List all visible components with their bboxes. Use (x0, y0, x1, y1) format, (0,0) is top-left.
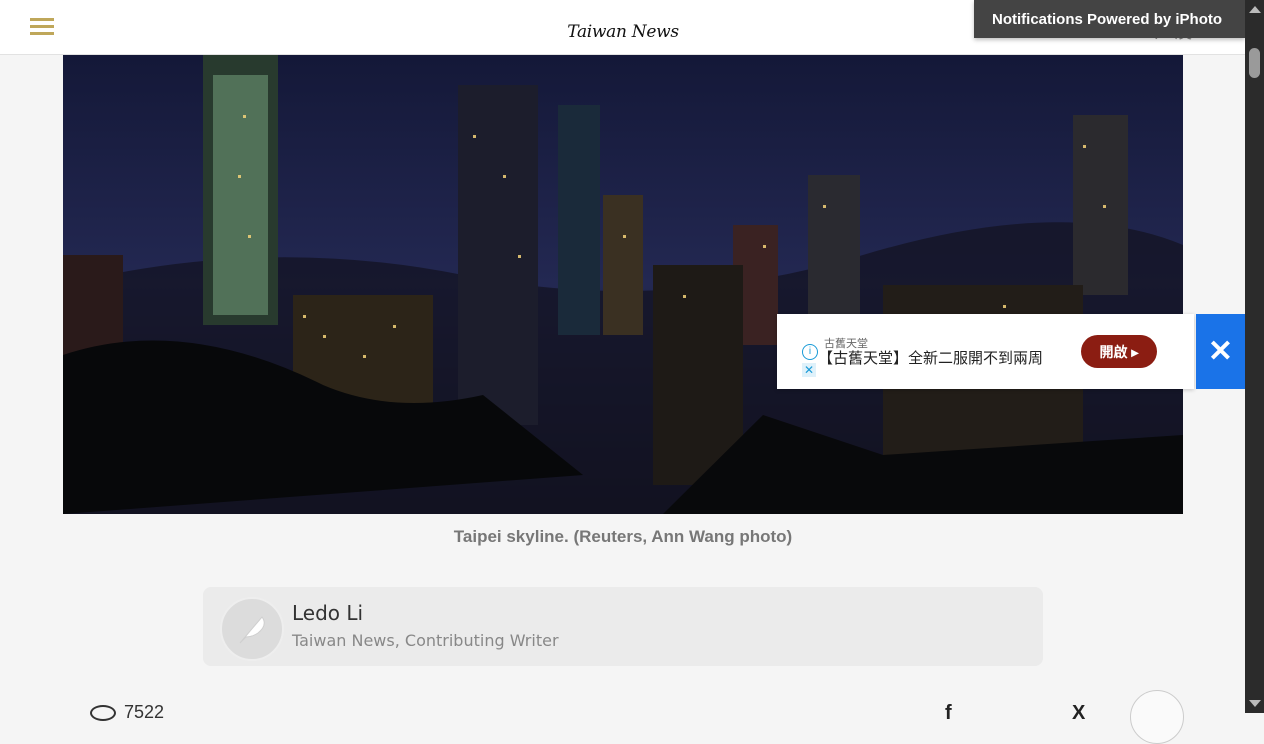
ad-close-button[interactable]: ✕ (1196, 314, 1245, 389)
scroll-thumb[interactable] (1249, 48, 1260, 78)
hero-image (63, 55, 1183, 514)
feather-icon (239, 616, 265, 644)
ad-headline[interactable]: 【古舊天堂】全新二服開不到兩周 (818, 347, 1043, 368)
scroll-down-arrow-icon[interactable] (1249, 700, 1261, 707)
hamburger-menu-icon[interactable] (30, 18, 54, 38)
site-logo[interactable]: Taiwan News (560, 15, 686, 49)
author-card: Ledo Li Taiwan News, Contributing Writer (203, 587, 1043, 666)
hero-caption: Taipei skyline. (Reuters, Ann Wang photo… (453, 527, 793, 546)
author-name[interactable]: Ledo Li (292, 601, 363, 625)
ad-banner[interactable]: i ✕ 古舊天堂 【古舊天堂】全新二服開不到兩周 開啟 ▸ (777, 314, 1194, 389)
ad-info-icon[interactable]: i (802, 344, 818, 360)
facebook-share-icon[interactable]: f (945, 702, 952, 725)
skyline-photo (63, 55, 1183, 514)
ad-open-button[interactable]: 開啟 ▸ (1081, 335, 1157, 368)
page-scrollbar[interactable] (1245, 0, 1264, 713)
author-role: Taiwan News, Contributing Writer (292, 631, 559, 650)
notification-banner[interactable]: Notifications Powered by iPhoto (974, 0, 1245, 38)
close-icon: ✕ (1207, 335, 1234, 368)
add-font-size-icon[interactable] (1130, 690, 1184, 744)
author-avatar[interactable] (220, 597, 284, 661)
ad-choices: i ✕ (802, 344, 818, 377)
scroll-up-arrow-icon[interactable] (1249, 6, 1261, 13)
ad-dismiss-icon[interactable]: ✕ (802, 363, 816, 377)
x-share-icon[interactable]: X (1072, 702, 1085, 725)
article-footer-bar: 7522 f X (0, 690, 1245, 744)
